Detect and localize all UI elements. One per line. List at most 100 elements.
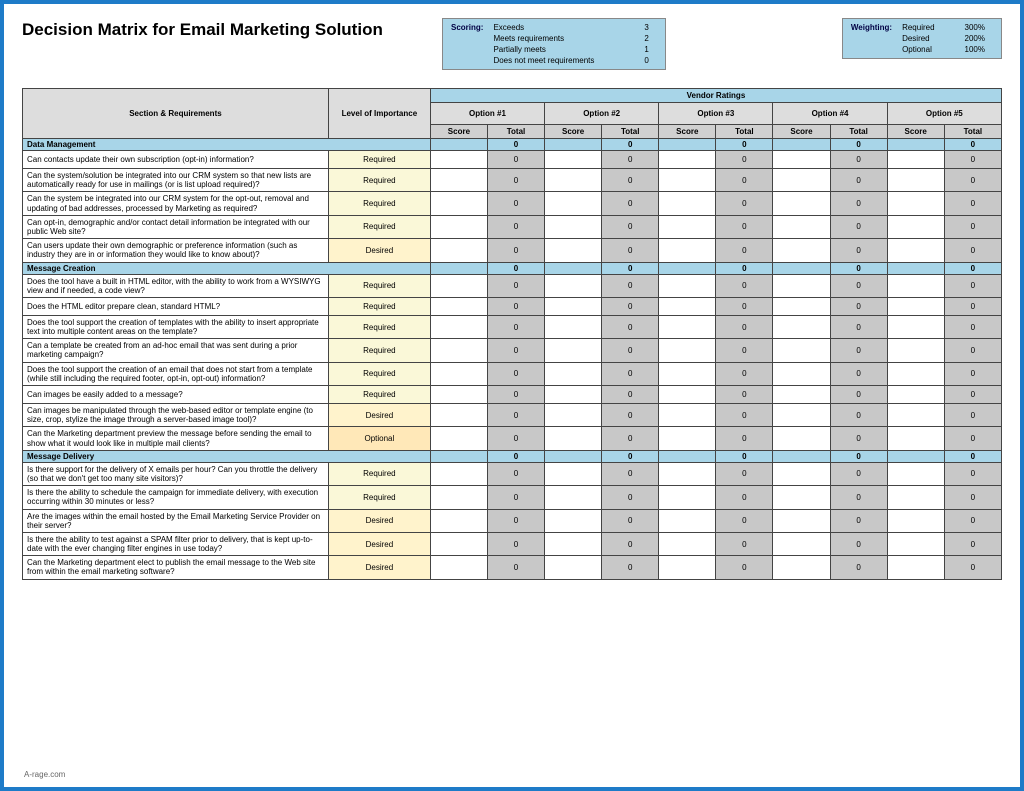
score-input[interactable] xyxy=(887,556,944,579)
row-total: 0 xyxy=(944,486,1001,509)
score-input[interactable] xyxy=(545,274,602,297)
score-input[interactable] xyxy=(659,169,716,192)
score-input[interactable] xyxy=(887,427,944,450)
score-input[interactable] xyxy=(659,386,716,404)
score-input[interactable] xyxy=(430,151,487,169)
score-input[interactable] xyxy=(430,169,487,192)
score-input[interactable] xyxy=(430,532,487,555)
score-input[interactable] xyxy=(659,151,716,169)
score-input[interactable] xyxy=(887,404,944,427)
score-input[interactable] xyxy=(887,486,944,509)
score-input[interactable] xyxy=(773,315,830,338)
score-input[interactable] xyxy=(545,239,602,262)
section-score xyxy=(659,139,716,151)
score-input[interactable] xyxy=(773,386,830,404)
score-input[interactable] xyxy=(887,339,944,362)
score-input[interactable] xyxy=(773,169,830,192)
score-input[interactable] xyxy=(773,532,830,555)
score-input[interactable] xyxy=(430,386,487,404)
score-input[interactable] xyxy=(773,215,830,238)
score-input[interactable] xyxy=(887,169,944,192)
score-input[interactable] xyxy=(887,151,944,169)
score-input[interactable] xyxy=(659,297,716,315)
score-input[interactable] xyxy=(887,192,944,215)
score-input[interactable] xyxy=(430,486,487,509)
score-input[interactable] xyxy=(545,427,602,450)
score-input[interactable] xyxy=(659,215,716,238)
section-total: 0 xyxy=(487,139,544,151)
importance-level: Required xyxy=(328,274,430,297)
score-input[interactable] xyxy=(545,169,602,192)
score-input[interactable] xyxy=(773,151,830,169)
score-input[interactable] xyxy=(659,192,716,215)
score-input[interactable] xyxy=(887,215,944,238)
score-input[interactable] xyxy=(430,509,487,532)
score-input[interactable] xyxy=(659,315,716,338)
score-input[interactable] xyxy=(430,556,487,579)
score-header: Score xyxy=(430,125,487,139)
score-input[interactable] xyxy=(773,556,830,579)
score-input[interactable] xyxy=(659,486,716,509)
score-input[interactable] xyxy=(773,339,830,362)
score-input[interactable] xyxy=(659,462,716,485)
score-input[interactable] xyxy=(659,274,716,297)
score-input[interactable] xyxy=(545,362,602,385)
score-input[interactable] xyxy=(773,462,830,485)
score-input[interactable] xyxy=(430,339,487,362)
score-input[interactable] xyxy=(659,362,716,385)
score-input[interactable] xyxy=(773,427,830,450)
score-input[interactable] xyxy=(545,556,602,579)
score-input[interactable] xyxy=(430,239,487,262)
score-input[interactable] xyxy=(659,509,716,532)
score-input[interactable] xyxy=(659,427,716,450)
score-input[interactable] xyxy=(659,532,716,555)
section-name: Message Creation xyxy=(23,262,431,274)
score-input[interactable] xyxy=(545,297,602,315)
score-input[interactable] xyxy=(659,404,716,427)
score-input[interactable] xyxy=(887,362,944,385)
score-input[interactable] xyxy=(887,462,944,485)
score-input[interactable] xyxy=(887,509,944,532)
score-input[interactable] xyxy=(545,192,602,215)
score-input[interactable] xyxy=(773,509,830,532)
score-input[interactable] xyxy=(773,239,830,262)
score-input[interactable] xyxy=(545,386,602,404)
score-input[interactable] xyxy=(430,462,487,485)
score-input[interactable] xyxy=(430,297,487,315)
importance-level: Required xyxy=(328,486,430,509)
score-input[interactable] xyxy=(545,151,602,169)
score-input[interactable] xyxy=(773,192,830,215)
score-input[interactable] xyxy=(545,462,602,485)
score-input[interactable] xyxy=(887,386,944,404)
score-input[interactable] xyxy=(773,297,830,315)
row-total: 0 xyxy=(602,556,659,579)
score-input[interactable] xyxy=(773,404,830,427)
score-input[interactable] xyxy=(545,509,602,532)
score-input[interactable] xyxy=(430,315,487,338)
option-header: Option #5 xyxy=(887,103,1001,125)
score-input[interactable] xyxy=(659,239,716,262)
score-input[interactable] xyxy=(773,362,830,385)
score-input[interactable] xyxy=(887,297,944,315)
score-input[interactable] xyxy=(659,556,716,579)
score-input[interactable] xyxy=(773,274,830,297)
score-input[interactable] xyxy=(545,404,602,427)
score-input[interactable] xyxy=(545,339,602,362)
score-input[interactable] xyxy=(887,315,944,338)
score-input[interactable] xyxy=(430,215,487,238)
score-input[interactable] xyxy=(887,239,944,262)
score-input[interactable] xyxy=(545,532,602,555)
score-input[interactable] xyxy=(430,404,487,427)
score-input[interactable] xyxy=(659,339,716,362)
score-input[interactable] xyxy=(887,532,944,555)
score-input[interactable] xyxy=(545,486,602,509)
score-input[interactable] xyxy=(773,486,830,509)
score-input[interactable] xyxy=(430,274,487,297)
score-input[interactable] xyxy=(887,274,944,297)
score-input[interactable] xyxy=(430,427,487,450)
section-total: 0 xyxy=(944,450,1001,462)
score-input[interactable] xyxy=(430,192,487,215)
score-input[interactable] xyxy=(430,362,487,385)
score-input[interactable] xyxy=(545,315,602,338)
score-input[interactable] xyxy=(545,215,602,238)
